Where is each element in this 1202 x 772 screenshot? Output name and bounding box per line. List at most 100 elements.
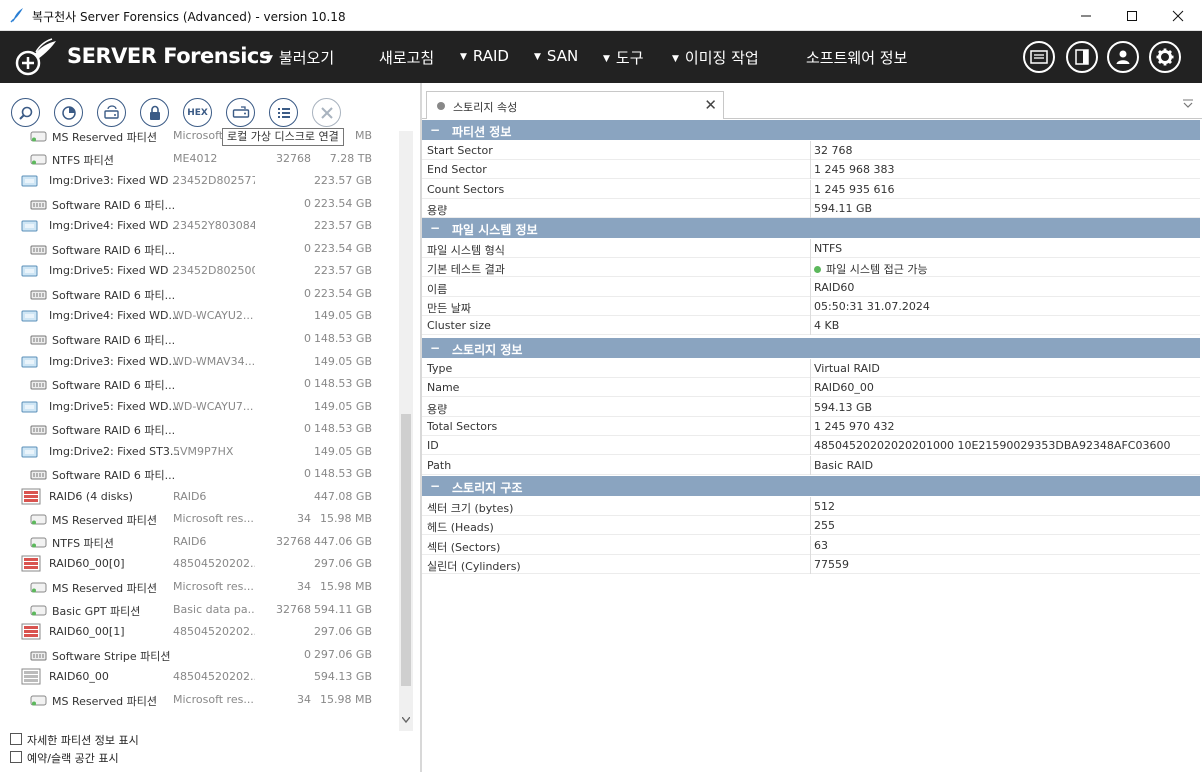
collapse-icon[interactable]: − [430,221,440,235]
property-row[interactable]: 실린더 (Cylinders) 77559 [422,554,1200,574]
maximize-button[interactable] [1109,0,1155,31]
tree-row-size: 447.06 GB [313,534,372,548]
menu-tools[interactable]: ▼ 도구 [603,47,644,68]
tree-row[interactable]: Img:Drive4: Fixed WD ... 23452Y803084 223.… [8,216,398,236]
property-row[interactable]: Start Sector 32 768 [422,141,1200,160]
property-row[interactable]: 헤드 (Heads) 255 [422,516,1200,536]
tree-row[interactable]: Software RAID 6 파티... 0 148.53 GB [8,374,398,394]
menu-imaging[interactable]: ▼ 이미징 작업 [672,47,759,68]
show-reserved-space-label: 예약/슬랙 공간 표시 [27,752,119,765]
tree-row[interactable]: Software RAID 6 파티... 0 148.53 GB [8,419,398,439]
tree-row[interactable]: RAID60_00 48504520202... 594.13 GB [8,667,398,687]
tab-label: 스토리지 속성 [453,101,518,114]
tree-row[interactable]: Img:Drive3: Fixed WD ... 23452D802577 223.… [8,171,398,191]
connect-virtual-disk-button[interactable] [226,98,255,127]
property-row[interactable]: 섹터 크기 (bytes) 512 [422,497,1200,516]
tree-row-size: 149.05 GB [313,444,372,458]
panel-toggle-button[interactable] [1066,41,1098,73]
vertical-scrollbar[interactable] [399,131,413,731]
tree-row[interactable]: RAID60_00[1] 48504520202... 297.06 GB [8,622,398,642]
property-row[interactable]: 만든 날짜 05:50:31 31.07.2024 [422,296,1200,316]
search-button[interactable] [11,98,40,127]
menu-refresh[interactable]: 새로고침 [379,47,434,68]
tree-row[interactable]: MS Reserved 파티션 Microsoft res... 34 15.98 M… [8,509,398,529]
property-row[interactable]: 용량 594.13 GB [422,397,1200,417]
collapse-icon[interactable]: − [430,341,440,355]
tree-row-size: 223.54 GB [313,241,372,255]
property-row[interactable]: Total Sectors 1 245 970 432 [422,416,1200,436]
property-value: RAID60 [814,280,855,294]
section-header[interactable]: − 파일 시스템 정보 [422,218,1200,238]
property-row[interactable]: Path Basic RAID [422,455,1200,475]
tree-row[interactable]: Img:Drive5: Fixed WD ... 23452D802500 223.… [8,261,398,281]
property-row[interactable]: 이름 RAID60 [422,277,1200,297]
list-view-button[interactable] [269,98,298,127]
tree-row[interactable]: RAID6 (4 disks) RAID6 447.08 GB [8,487,398,507]
show-reserved-space-checkbox[interactable] [10,751,22,763]
tree-row[interactable]: Software RAID 6 파티... 0 223.54 GB [8,284,398,304]
tree-row[interactable]: Software RAID 6 파티... 0 148.53 GB [8,464,398,484]
settings-button[interactable] [1149,41,1181,73]
collapse-icon[interactable]: − [430,123,440,137]
tree-row[interactable]: Software Stripe 파티션 0 297.06 GB [8,645,398,665]
collapse-icon[interactable]: − [430,479,440,493]
tree-row-name: NTFS 파티션 [52,153,114,167]
menu-load[interactable]: ▼ 불러오기 [266,47,334,68]
minimize-button[interactable] [1063,0,1109,31]
tree-row[interactable]: Software RAID 6 파티... 0 223.54 GB [8,239,398,259]
account-button[interactable] [1107,41,1139,73]
property-row[interactable]: Cluster size 4 KB [422,316,1200,336]
close-window-button[interactable] [1155,0,1201,31]
column-divider [810,535,811,555]
menu-about-label: 소프트웨어 정보 [806,49,908,67]
menu-raid[interactable]: ▼ RAID [460,47,509,65]
tree-row[interactable]: Img:Drive4: Fixed WD... WD-WCAYU2... 149.0… [8,306,398,326]
tree-row[interactable]: MS Reserved 파티션 Microsoft res... 34 15.98 M… [8,577,398,597]
property-row[interactable]: End Sector 1 245 968 383 [422,160,1200,180]
section-header[interactable]: − 스토리지 정보 [422,338,1200,358]
property-row[interactable]: ID 48504520202020201000 10E21590029353DBA… [422,436,1200,456]
device-tree[interactable]: MS Reserved 파티션 Microsoft MB NTFS 파티션 ME4012… [8,131,398,711]
drive-refresh-button[interactable] [97,98,126,127]
log-button[interactable] [1023,41,1055,73]
section-header[interactable]: − 파티션 정보 [422,120,1200,140]
show-partition-details-checkbox[interactable] [10,733,22,745]
tab-menu-icon[interactable] [1182,99,1194,112]
close-device-button[interactable] [312,98,341,127]
scrollbar-thumb[interactable] [401,414,411,686]
analyze-button[interactable] [54,98,83,127]
tree-row[interactable]: Software RAID 6 파티... 0 223.54 GB [8,194,398,214]
menu-about[interactable]: 소프트웨어 정보 [806,47,907,68]
column-divider [810,296,811,316]
column-divider [810,436,811,456]
property-row[interactable]: 파일 시스템 형식 NTFS [422,239,1200,258]
tree-row[interactable]: Img:Drive5: Fixed WD... WD-WCAYU7... 149.0… [8,397,398,417]
section-header[interactable]: − 스토리지 구조 [422,476,1200,496]
property-row[interactable]: Type Virtual RAID [422,359,1200,378]
tree-row[interactable]: Basic GPT 파티션 Basic data pa... 32768 594.11… [8,600,398,620]
column-divider [810,455,811,475]
property-row[interactable]: 기본 테스트 결과 파일 시스템 접근 가능 [422,258,1200,278]
tree-row[interactable]: RAID60_00[0] 48504520202... 297.06 GB [8,554,398,574]
property-row[interactable]: 섹터 (Sectors) 63 [422,535,1200,555]
tree-row[interactable]: Software RAID 6 파티... 0 148.53 GB [8,329,398,349]
menu-san[interactable]: ▼ SAN [534,47,578,65]
close-tab-icon[interactable]: ✕ [704,96,717,114]
tab-storage-properties[interactable]: 스토리지 속성 ✕ [426,91,724,119]
tree-row[interactable]: NTFS 파티션 ME4012 32768 7.28 TB [8,149,398,169]
lock-button[interactable] [140,98,169,127]
property-row[interactable]: Name RAID60_00 [422,378,1200,398]
property-row[interactable]: 용량 594.11 GB [422,198,1200,218]
tree-row[interactable]: NTFS 파티션 RAID6 32768 447.06 GB [8,532,398,552]
tree-row[interactable]: Img:Drive2: Fixed ST3... 5VM9P7HX 149.05 G… [8,442,398,462]
tree-row[interactable]: MS Reserved 파티션 Microsoft res... 34 15.98 M… [8,690,398,710]
property-row[interactable]: Count Sectors 1 245 935 616 [422,179,1200,199]
hex-button[interactable]: HEX [183,98,212,127]
scroll-down-icon[interactable] [399,713,413,727]
tree-row-description: WD-WCAYU7... [173,399,254,413]
property-key: 이름 [427,282,448,296]
tree-row[interactable]: Img:Drive3: Fixed WD... WD-WMAV34... 149.0… [8,352,398,372]
property-key: 용량 [427,203,448,217]
property-key: 만든 날짜 [427,301,471,315]
property-value: 4 KB [814,319,840,333]
